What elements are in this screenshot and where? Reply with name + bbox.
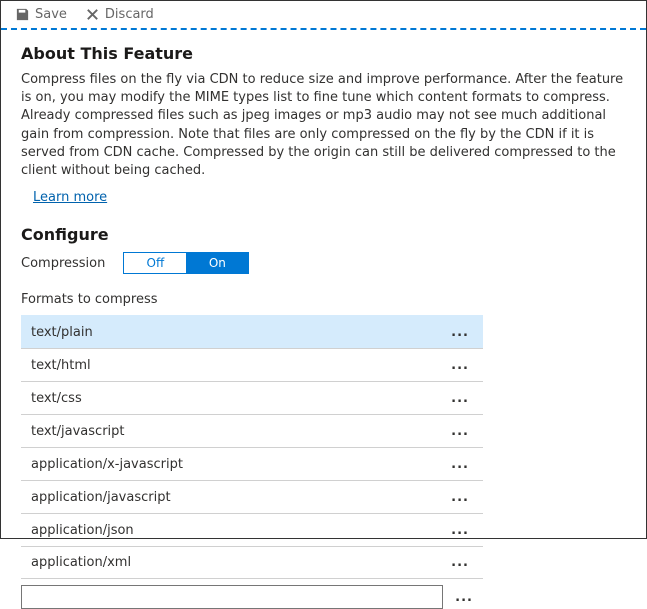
- row-menu-icon[interactable]: ...: [447, 555, 473, 570]
- content: About This Feature Compress files on the…: [1, 30, 646, 609]
- format-name: text/javascript: [31, 424, 125, 439]
- list-item[interactable]: application/json ...: [21, 513, 483, 546]
- format-name: application/javascript: [31, 490, 171, 505]
- format-name: text/plain: [31, 325, 93, 340]
- formats-list: text/plain ... text/html ... text/css ..…: [21, 315, 483, 579]
- format-name: text/html: [31, 358, 91, 373]
- save-icon: [15, 7, 30, 22]
- toggle-off[interactable]: Off: [124, 253, 186, 273]
- row-menu-icon[interactable]: ...: [447, 523, 473, 538]
- row-menu-icon[interactable]: ...: [447, 358, 473, 373]
- toolbar: Save Discard: [1, 1, 646, 30]
- format-name: application/json: [31, 523, 134, 538]
- formats-label: Formats to compress: [21, 292, 626, 307]
- format-name: application/x-javascript: [31, 457, 183, 472]
- compression-row: Compression Off On: [21, 252, 626, 274]
- format-name: text/css: [31, 391, 82, 406]
- toggle-on[interactable]: On: [186, 253, 248, 273]
- row-menu-icon[interactable]: ...: [447, 325, 473, 340]
- save-button[interactable]: Save: [15, 7, 67, 22]
- row-menu-icon[interactable]: ...: [447, 490, 473, 505]
- add-format-row: ...: [21, 585, 483, 609]
- list-item[interactable]: text/css ...: [21, 381, 483, 414]
- add-format-input[interactable]: [21, 585, 443, 609]
- discard-icon: [85, 7, 100, 22]
- row-menu-icon[interactable]: ...: [447, 424, 473, 439]
- row-menu-icon[interactable]: ...: [447, 457, 473, 472]
- format-name: application/xml: [31, 555, 131, 570]
- list-item[interactable]: application/javascript ...: [21, 480, 483, 513]
- list-item[interactable]: application/x-javascript ...: [21, 447, 483, 480]
- configure-heading: Configure: [21, 225, 626, 244]
- discard-button[interactable]: Discard: [85, 7, 154, 22]
- compression-toggle: Off On: [123, 252, 249, 274]
- row-menu-icon[interactable]: ...: [447, 391, 473, 406]
- learn-more-link[interactable]: Learn more: [33, 190, 107, 205]
- about-description: Compress files on the fly via CDN to red…: [21, 71, 626, 180]
- about-heading: About This Feature: [21, 44, 626, 63]
- list-item[interactable]: text/javascript ...: [21, 414, 483, 447]
- discard-label: Discard: [105, 7, 154, 22]
- list-item[interactable]: text/plain ...: [21, 315, 483, 348]
- list-item[interactable]: text/html ...: [21, 348, 483, 381]
- save-label: Save: [35, 7, 67, 22]
- compression-label: Compression: [21, 256, 105, 271]
- list-item[interactable]: application/xml ...: [21, 546, 483, 579]
- add-row-menu-icon[interactable]: ...: [451, 590, 477, 605]
